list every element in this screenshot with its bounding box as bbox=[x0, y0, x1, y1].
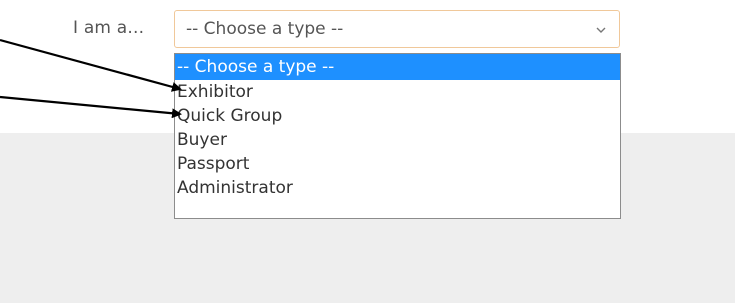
page: I am a... -- Choose a type -- -- Choose … bbox=[0, 0, 735, 303]
option-buyer[interactable]: Buyer bbox=[175, 128, 620, 152]
option-exhibitor[interactable]: Exhibitor bbox=[175, 80, 620, 104]
select-current-value: -- Choose a type -- bbox=[186, 19, 344, 39]
annotation-arrow-exhibitor bbox=[0, 38, 182, 92]
user-type-select[interactable]: -- Choose a type -- bbox=[174, 10, 620, 48]
chevron-down-icon bbox=[596, 27, 606, 33]
user-type-dropdown-list: -- Choose a type -- Exhibitor Quick Grou… bbox=[174, 53, 621, 219]
option-passport[interactable]: Passport bbox=[175, 152, 620, 176]
option-administrator[interactable]: Administrator bbox=[175, 176, 620, 200]
user-type-label: I am a... bbox=[73, 18, 145, 38]
option-choose-type[interactable]: -- Choose a type -- bbox=[175, 54, 620, 80]
option-quick-group[interactable]: Quick Group bbox=[175, 104, 620, 128]
annotation-arrow-quick-group bbox=[0, 95, 182, 119]
